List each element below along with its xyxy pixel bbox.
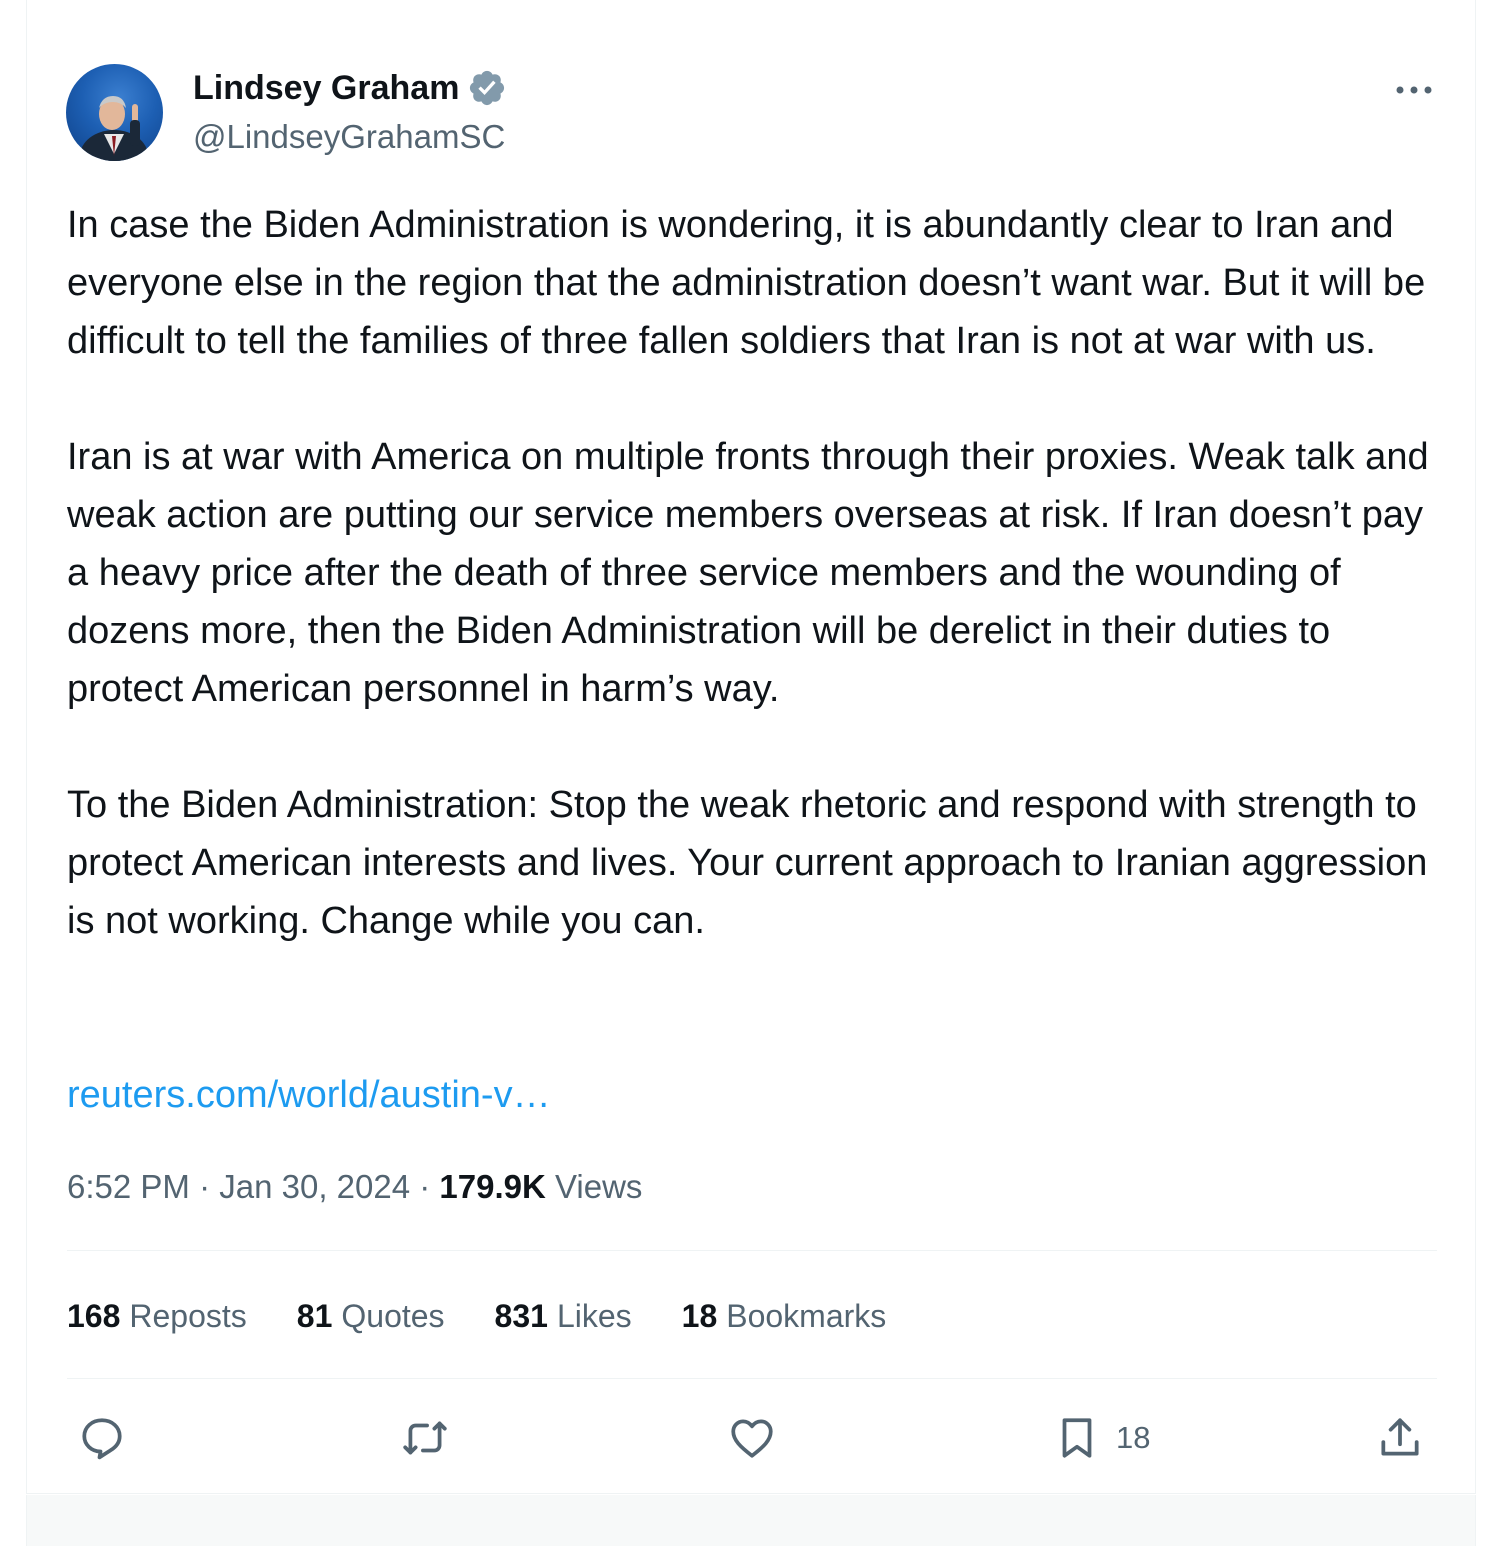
author-name[interactable]: Lindsey Graham (193, 68, 459, 108)
stat-quotes[interactable]: 81 Quotes (297, 1298, 445, 1335)
author-handle[interactable]: @LindseyGrahamSC (193, 117, 505, 157)
bookmark-count: 18 (1116, 1420, 1151, 1455)
stat-count: 81 (296, 1297, 333, 1334)
tweet-text: In case the Biden Administration is wond… (67, 196, 1447, 950)
stat-label: Likes (556, 1297, 632, 1334)
bookmark-button[interactable]: 18 (1052, 1402, 1150, 1474)
tweet-link[interactable]: reuters.com/world/austin-v… (67, 1066, 551, 1124)
divider (67, 1378, 1437, 1379)
tweet-time[interactable]: 6:52 PM (67, 1168, 190, 1205)
reply-icon (82, 1418, 122, 1460)
stat-label: Quotes (341, 1297, 445, 1334)
stat-count: 18 (681, 1297, 718, 1334)
share-button[interactable] (1375, 1402, 1425, 1474)
tweet-paragraph-1: In case the Biden Administration is wond… (67, 204, 1426, 362)
stat-reposts[interactable]: 168 Reposts (67, 1298, 247, 1335)
stat-label: Bookmarks (726, 1297, 887, 1334)
avatar[interactable] (66, 64, 163, 161)
repost-button[interactable] (400, 1402, 450, 1474)
views-count: 179.9K (439, 1168, 546, 1205)
more-options-icon[interactable] (1392, 70, 1436, 110)
stat-count: 168 (67, 1297, 121, 1334)
stat-label: Reposts (129, 1297, 247, 1334)
action-bar: 18 (67, 1402, 1437, 1474)
author-name-row[interactable]: Lindsey Graham (193, 68, 507, 108)
bookmark-icon (1062, 1418, 1092, 1458)
reply-button[interactable] (77, 1402, 127, 1474)
meta-separator: · (189, 1168, 220, 1205)
tweet-meta: 6:52 PM · Jan 30, 2024 · 179.9K Views (67, 1164, 642, 1210)
heart-icon (731, 1419, 773, 1458)
tweet-date[interactable]: Jan 30, 2024 (219, 1168, 410, 1205)
next-section-strip (26, 1495, 1476, 1546)
verified-badge-icon[interactable] (467, 68, 507, 108)
stat-likes[interactable]: 831 Likes (495, 1298, 632, 1335)
views-label: Views (555, 1168, 643, 1205)
like-button[interactable] (727, 1402, 777, 1474)
engagement-stats: 168 Reposts 81 Quotes 831 Likes 18 Bookmarks (67, 1293, 936, 1339)
tweet-paragraph-3: To the Biden Administration: Stop the we… (67, 784, 1428, 942)
divider (67, 1250, 1437, 1251)
stat-bookmarks[interactable]: 18 Bookmarks (682, 1298, 887, 1335)
repost-icon (403, 1421, 447, 1455)
stat-count: 831 (494, 1297, 548, 1334)
meta-separator: · (410, 1168, 440, 1205)
avatar-photo (80, 96, 148, 161)
share-icon (1381, 1418, 1419, 1456)
tweet-paragraph-2: Iran is at war with America on multiple … (67, 436, 1429, 710)
